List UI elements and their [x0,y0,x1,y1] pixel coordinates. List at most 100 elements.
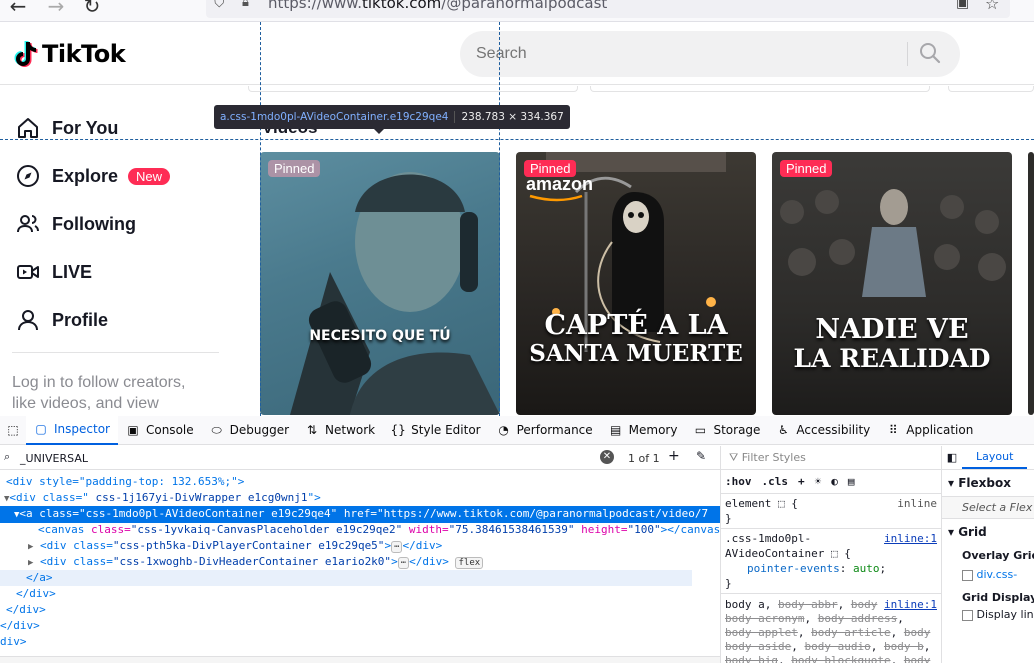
tab-style-editor[interactable]: {} Style Editor [383,416,488,445]
lock-icon[interactable]: 🔒︎ [242,0,249,10]
markup-line[interactable]: </a> [0,570,692,586]
pinned-badge: Pinned [780,160,833,177]
checkbox[interactable] [962,609,973,621]
back-arrow-icon[interactable]: ← [6,0,30,18]
markup-line[interactable]: ▼<div class=" css-1j167yi-DivWrapper e1c… [0,490,720,507]
add-rule-icon[interactable]: + [798,475,805,488]
shield-icon[interactable]: ⛉ [214,0,225,11]
tiktok-logo[interactable]: TikTok [12,34,126,74]
sidebar-divider [12,352,219,353]
live-video-icon [16,260,40,284]
login-prompt: Log in to follow creators, like videos, … [12,374,186,412]
video-caption-line2: SANTA MUERTE [529,340,743,367]
sidebar-item-label: Explore [52,165,119,186]
element-picker-button[interactable]: ⬚ [0,416,26,445]
rules-pane: ⛛ Filter Styles :hov .cls + ☀ ◐ ▤ elemen… [720,446,941,663]
markup-search-bar: ⌕ _UNIVERSAL ✕ 1 of 1 + ✎ [0,446,720,470]
markup-line[interactable]: </div> [0,586,720,602]
eyedropper-icon[interactable]: ✎ [696,449,706,463]
tab-memory[interactable]: ▤ Memory [601,416,686,445]
tab-application[interactable]: ⠿ Application [878,416,981,445]
sidebar-item-following[interactable]: Following [16,206,136,242]
home-icon [16,116,40,140]
hov-toggle[interactable]: :hov [725,475,752,488]
bookmark-star-icon[interactable]: ☆ [985,0,999,13]
tab-storage[interactable]: ▭ Storage [685,416,768,445]
dark-mode-icon[interactable]: ◐ [831,475,838,488]
reload-icon[interactable]: ↻ [80,0,104,18]
toggle-sidebar-icon[interactable]: ◧ [942,451,962,464]
amazon-smile-icon [529,194,583,202]
new-badge: New [128,167,171,185]
rule-source-link[interactable]: inline:1 [884,531,937,546]
sidebar-item-label: LIVE [52,261,93,282]
markup-line[interactable]: </div> [0,618,720,634]
video-card[interactable]: Pinned amazon CAPTÉ A LA SANTA MUERTE [516,152,756,415]
style-editor-icon: {} [390,423,406,437]
search-input[interactable] [476,41,896,67]
markup-line[interactable]: <canvas class="css-1yvkaiq-CanvasPlaceho… [0,522,720,538]
markup-line[interactable]: ▶ <div class="css-1xwoghb-DivHeaderConta… [0,554,720,571]
sidebar-item-profile[interactable]: Profile [16,302,108,338]
checkbox[interactable] [962,569,973,581]
tab-inspector[interactable]: ▢ Inspector [26,415,118,445]
filter-icon: ⛛ [729,450,742,464]
overlay-grid-label: Overlay Grid [962,549,1034,562]
markup-line[interactable]: </div> [0,602,720,618]
rule-element: element ⬚ {inline } [721,494,941,529]
add-node-icon[interactable]: + [668,448,680,464]
tab-performance[interactable]: ◔ Performance [489,416,601,445]
video-thumbnail [290,172,500,415]
network-icon: ⇅ [307,423,318,437]
collapsed-children-badge[interactable]: ⋯ [391,541,403,553]
filter-styles[interactable]: ⛛ Filter Styles [721,446,941,470]
clear-search-icon[interactable]: ✕ [600,450,614,464]
search-button[interactable] [918,41,948,67]
sidebar-item-for-you[interactable]: For You [16,110,118,146]
picker-icon: ⬚ [7,423,19,437]
rule-body-tags: body a, body abbr, body inline:1 body acr… [725,598,937,663]
tab-network[interactable]: ⇅ Network [297,416,383,445]
markup-line[interactable]: ▶ <div class="css-pth5ka-DivPlayerContai… [0,538,720,555]
sidebar-item-explore[interactable]: Explore New [16,158,171,194]
grid-section-header[interactable]: ▾ Grid [942,519,1034,545]
video-card-partial[interactable] [1028,152,1034,415]
video-card[interactable]: Pinned NADIE VE LA REALIDAD [772,152,1012,415]
markup-line-selected[interactable]: ▼<a class="css-1mdo0pl-AVideoContainer e… [0,506,720,523]
profile-tab-strip [248,86,578,92]
rule-video-container: .css-1mdo0pl-inline:1 AVideoContainer ⬚ … [721,529,941,594]
cls-toggle[interactable]: .cls [762,475,789,488]
inspector-guide-right [499,22,500,416]
markup-line[interactable]: <div style="padding-top: 132.653%;"> [0,474,720,490]
search-bar [460,31,960,77]
print-media-icon[interactable]: ▤ [848,475,855,488]
forward-arrow-icon[interactable]: → [44,0,68,18]
markup-search-input[interactable]: _UNIVERSAL [20,452,88,465]
tiktok-note-icon [14,41,38,67]
display-line-option[interactable]: Display lin [942,606,1034,623]
video-caption-line1: NADIE VE [815,314,969,345]
light-mode-icon[interactable]: ☀ [815,475,822,488]
rule-source-link[interactable]: inline:1 [884,598,937,612]
video-caption-line2: LA REALIDAD [793,344,991,373]
layout-tabs: ◧ Layout [942,446,1034,470]
tab-layout[interactable]: Layout [962,446,1028,469]
debugger-icon: ⬭ [211,422,222,437]
expand-arrow-icon[interactable]: ▶ [28,558,33,568]
video-card[interactable]: Pinned NECESITO QUE TÚ [260,152,500,415]
collapsed-children-badge[interactable]: ⋯ [397,557,410,569]
flexbox-section-header[interactable]: ▾ Flexbox [942,470,1034,496]
reader-view-icon[interactable]: ▣ [956,0,969,11]
inspector-icon: ▢ [35,422,47,436]
tab-accessibility[interactable]: ♿︎ Accessibility [768,416,878,445]
sidebar-item-live[interactable]: LIVE [16,254,92,290]
inspector-guide-left [260,22,261,416]
rules-toolbar: :hov .cls + ☀ ◐ ▤ [721,470,941,494]
flex-badge[interactable]: flex [455,557,484,569]
expand-arrow-icon[interactable]: ▶ [28,542,33,552]
overlay-grid-item[interactable]: div.css- [942,566,1034,583]
tab-debugger[interactable]: ⬭ Debugger [202,416,297,445]
tab-console[interactable]: ▣ Console [118,416,202,445]
logo-wordmark: TikTok [42,40,126,68]
markup-line[interactable]: div> [0,634,720,650]
